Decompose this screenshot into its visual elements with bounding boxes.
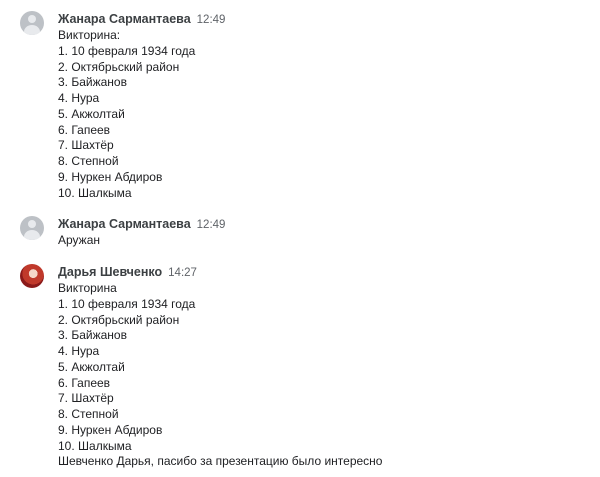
person-icon [28, 15, 36, 23]
comment-line: 8. Степной [58, 154, 119, 168]
comment-line: 7. Шахтёр [58, 391, 114, 406]
author-name: Дарья Шевченко [58, 265, 163, 279]
author-name: Жанара Сармантаева [58, 217, 191, 231]
comment-line: 10. Шалкыма [58, 438, 132, 453]
comment-line: 1. 10 февраля 1934 года [58, 296, 196, 311]
comment-text: Аружан [58, 233, 100, 249]
comment-line: 4. Нура [58, 91, 100, 105]
comment-line: 10. Шалкыма [58, 185, 132, 200]
avatar[interactable] [20, 216, 44, 240]
comment-line: 1. 10 февраля 1934 года [58, 43, 196, 58]
comment-header: Жанара Сармантаева 12:49 [58, 216, 225, 232]
avatar[interactable] [20, 11, 44, 35]
comment-line: 5. Акжолтай [58, 359, 125, 374]
comment-line: Шевченко Дарья, пасибо за презентацию бы… [58, 454, 383, 469]
comment-header: Жанара Сармантаева 12:49 [58, 11, 225, 27]
author-name: Жанара Сармантаева [58, 12, 191, 26]
comment-line: 3. Байжанов [58, 75, 127, 90]
comment-line: 2. Октябрьский район [58, 59, 180, 74]
comment-line: 6. Гапеев [58, 122, 111, 137]
comment-line: 9. Нуркен Абдиров [58, 422, 163, 437]
avatar[interactable] [20, 264, 44, 288]
comment-line: Викторина [58, 281, 117, 295]
timestamp: 14:27 [168, 267, 197, 279]
comment-line: 6. Гапеев [58, 375, 111, 390]
comment-line: 7. Шахтёр [58, 138, 114, 153]
comment-text: Викторина: 1. 10 февраля 1934 года 2. Ок… [58, 28, 195, 201]
person-icon [28, 220, 36, 228]
comment-line: 8. Степной [58, 407, 119, 421]
comment-line: 4. Нура [58, 344, 100, 358]
comment-line: 9. Нуркен Абдиров [58, 169, 163, 184]
comment-header: Дарья Шевченко 14:27 [58, 264, 197, 280]
comment-line: 3. Байжанов [58, 328, 127, 343]
comment-line: Викторина: [58, 28, 121, 42]
comment-line: 2. Октябрьский район [58, 312, 180, 327]
comment-text: Викторина 1. 10 февраля 1934 года 2. Окт… [58, 281, 382, 470]
timestamp: 12:49 [196, 14, 226, 26]
comment-line: 5. Акжолтай [58, 106, 125, 121]
timestamp: 12:49 [196, 219, 226, 231]
comment-line: Аружан [58, 233, 101, 247]
